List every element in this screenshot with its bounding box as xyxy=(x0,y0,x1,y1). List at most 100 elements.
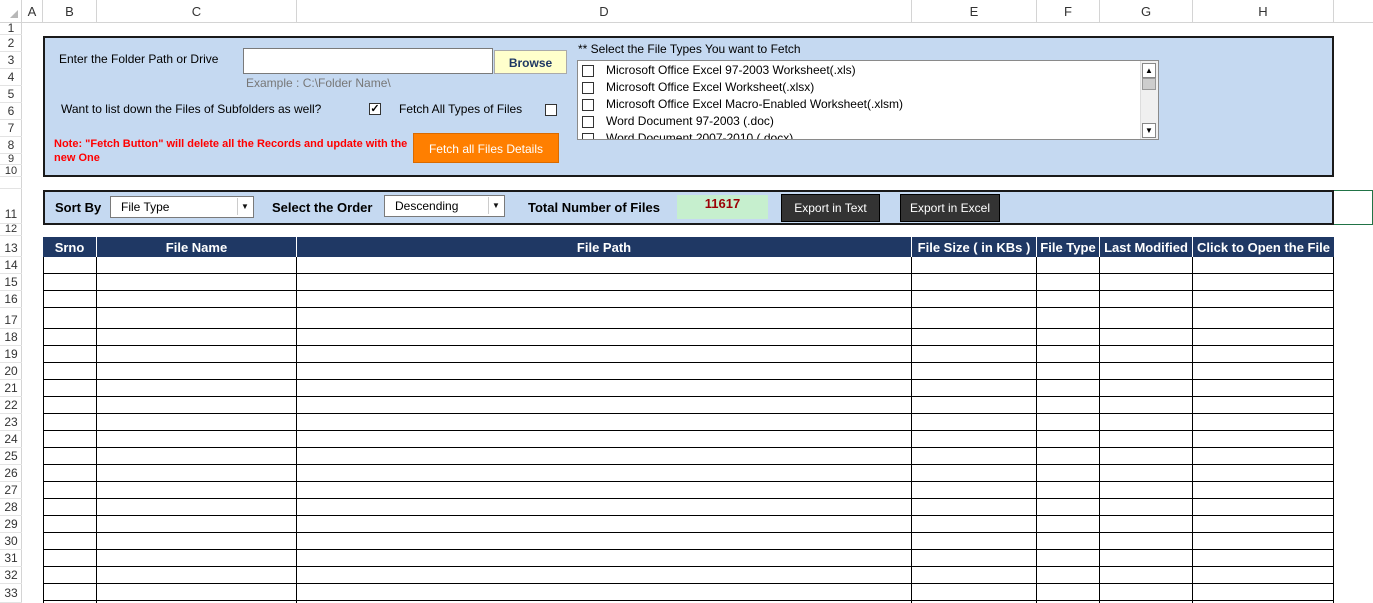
row-header[interactable]: 12 xyxy=(0,224,22,236)
filetype-checkbox[interactable] xyxy=(582,133,594,139)
filetype-checkbox[interactable] xyxy=(582,116,594,128)
chevron-down-icon[interactable]: ▼ xyxy=(488,197,503,214)
column-header-e[interactable]: E xyxy=(912,0,1037,22)
total-files-count: 11617 xyxy=(677,195,768,219)
row-header[interactable]: 24 xyxy=(0,431,22,448)
fetch-all-types-checkbox[interactable] xyxy=(545,104,557,116)
column-header-a[interactable]: A xyxy=(22,0,43,22)
table-row xyxy=(43,498,1334,499)
table-row xyxy=(43,413,1334,414)
row-header[interactable]: 2 xyxy=(0,35,22,52)
table-row xyxy=(43,273,1334,274)
row-header[interactable]: 25 xyxy=(0,448,22,465)
note-text: Note: "Fetch Button" will delete all the… xyxy=(54,138,408,164)
filetype-label: Microsoft Office Excel Macro-Enabled Wor… xyxy=(606,97,903,111)
row-header[interactable]: 6 xyxy=(0,103,22,120)
header-file-name[interactable]: File Name xyxy=(97,237,297,257)
header-last-modified[interactable]: Last Modified xyxy=(1100,237,1193,257)
table-row xyxy=(43,532,1334,533)
row-header[interactable]: 7 xyxy=(0,120,22,137)
filetype-checkbox[interactable] xyxy=(582,65,594,77)
row-header[interactable]: 11 xyxy=(0,189,22,224)
table-row xyxy=(43,345,1334,346)
row-header[interactable]: 5 xyxy=(0,86,22,103)
row-header[interactable]: 33 xyxy=(0,584,22,603)
row-header[interactable]: 22 xyxy=(0,397,22,414)
row-header[interactable]: 13 xyxy=(0,236,22,257)
table-row xyxy=(43,515,1334,516)
scroll-down-icon[interactable]: ▼ xyxy=(1142,123,1156,138)
row-header[interactable]: 9 xyxy=(0,154,22,165)
filetypes-listbox[interactable]: Microsoft Office Excel 97-2003 Worksheet… xyxy=(577,60,1159,140)
table-row xyxy=(43,549,1334,550)
header-srno[interactable]: Srno xyxy=(43,237,97,257)
column-header-f[interactable]: F xyxy=(1037,0,1100,22)
header-open-file[interactable]: Click to Open the File xyxy=(1193,237,1334,257)
browse-button[interactable]: Browse xyxy=(494,50,567,74)
fetch-all-button[interactable]: Fetch all Files Details xyxy=(413,133,559,163)
row-header[interactable]: 21 xyxy=(0,380,22,397)
scroll-thumb[interactable] xyxy=(1142,78,1156,90)
column-header-g[interactable]: G xyxy=(1100,0,1193,22)
folder-path-label: Enter the Folder Path or Drive xyxy=(59,52,219,66)
folder-path-input[interactable] xyxy=(243,48,493,74)
scroll-up-icon[interactable]: ▲ xyxy=(1142,63,1156,78)
column-header-h[interactable]: H xyxy=(1193,0,1334,22)
total-files-label: Total Number of Files xyxy=(528,200,660,215)
row-header[interactable]: 4 xyxy=(0,69,22,86)
row-header[interactable]: 26 xyxy=(0,465,22,482)
filetype-label: Word Document 97-2003 (.doc) xyxy=(606,114,774,128)
fetch-all-types-label: Fetch All Types of Files xyxy=(399,102,523,116)
filetype-label: Word Document 2007-2010 (.docx) xyxy=(606,131,794,140)
row-header[interactable]: 28 xyxy=(0,499,22,516)
order-label: Select the Order xyxy=(272,200,373,215)
sort-by-label: Sort By xyxy=(55,200,102,215)
sort-by-dropdown[interactable]: File Type ▼ xyxy=(110,196,254,218)
row-header[interactable]: 3 xyxy=(0,52,22,69)
row-header[interactable]: 18 xyxy=(0,329,22,346)
column-header-d[interactable]: D xyxy=(297,0,912,22)
row-header[interactable]: 23 xyxy=(0,414,22,431)
table-row xyxy=(43,307,1334,308)
table-row xyxy=(43,600,1334,601)
table-row xyxy=(43,566,1334,567)
results-table-header: Srno File Name File Path File Size ( in … xyxy=(43,237,1334,257)
active-cell-indicator xyxy=(1334,190,1373,225)
select-all-corner[interactable] xyxy=(0,0,22,22)
row-header[interactable]: 15 xyxy=(0,274,22,291)
row-header[interactable]: 14 xyxy=(0,257,22,274)
row-header[interactable]: 32 xyxy=(0,567,22,584)
filetype-label: Microsoft Office Excel Worksheet(.xlsx) xyxy=(606,80,815,94)
row-header[interactable]: 27 xyxy=(0,482,22,499)
row-header[interactable]: 17 xyxy=(0,308,22,329)
sort-by-value: File Type xyxy=(121,200,170,214)
table-row xyxy=(43,447,1334,448)
row-header[interactable]: 8 xyxy=(0,137,22,154)
order-dropdown[interactable]: Descending ▼ xyxy=(384,195,505,217)
table-row xyxy=(43,379,1334,380)
row-header[interactable]: 10 xyxy=(0,165,22,177)
filetype-checkbox[interactable] xyxy=(582,99,594,111)
row-header[interactable]: 20 xyxy=(0,363,22,380)
table-row xyxy=(43,396,1334,397)
header-file-size[interactable]: File Size ( in KBs ) xyxy=(912,237,1037,257)
row-header[interactable]: 1 xyxy=(0,22,22,35)
header-file-path[interactable]: File Path xyxy=(297,237,912,257)
filetypes-scrollbar[interactable]: ▲ ▼ xyxy=(1140,61,1158,139)
row-header[interactable]: 30 xyxy=(0,533,22,550)
row-header[interactable]: 19 xyxy=(0,346,22,363)
row-header[interactable]: 16 xyxy=(0,291,22,308)
table-row xyxy=(43,328,1334,329)
column-header-b[interactable]: B xyxy=(43,0,97,22)
column-header-c[interactable]: C xyxy=(97,0,297,22)
chevron-down-icon[interactable]: ▼ xyxy=(237,198,252,215)
row-header[interactable]: 31 xyxy=(0,550,22,567)
column-header-bar: A B C D E F G H xyxy=(0,0,1373,23)
export-excel-button[interactable]: Export in Excel xyxy=(900,194,1000,222)
subfolders-checkbox[interactable]: ✓ xyxy=(369,103,381,115)
filetype-checkbox[interactable] xyxy=(582,82,594,94)
row-header[interactable]: 29 xyxy=(0,516,22,533)
export-text-button[interactable]: Export in Text xyxy=(781,194,880,222)
header-file-type[interactable]: File Type xyxy=(1037,237,1100,257)
example-hint: Example : C:\Folder Name\ xyxy=(246,76,391,90)
